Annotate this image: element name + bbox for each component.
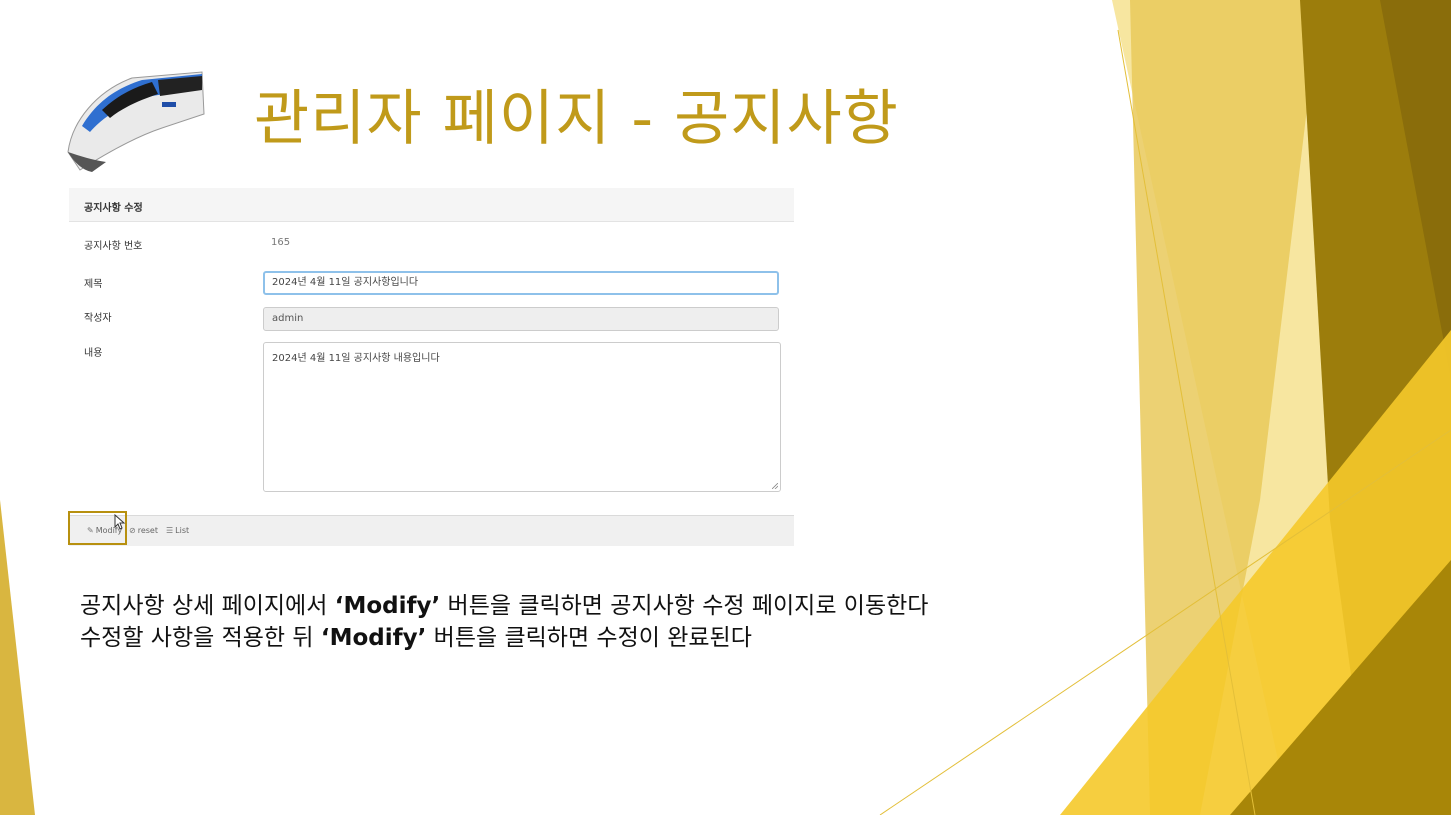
- description-line-2-bold: ‘Modify’: [320, 625, 427, 651]
- panel-title: 공지사항 수정: [84, 203, 143, 214]
- slide-title: 관리자 페이지 - 공지사항: [254, 84, 899, 154]
- title-label: 제목: [84, 279, 103, 290]
- description-line-2-post: 버튼을 클릭하면 수정이 완료된다: [426, 625, 752, 651]
- ktx-train-icon: [67, 71, 205, 172]
- content-text: 2024년 4월 11일 공지사항 내용입니다: [272, 353, 440, 364]
- panel-header: 공지사항 수정: [69, 188, 794, 222]
- list-icon: ☰: [166, 526, 174, 535]
- ban-icon: ⊘: [129, 526, 136, 535]
- description-line-2: 수정할 사항을 적용한 뒤 ‘Modify’ 버튼을 클릭하면 수정이 완료된다: [80, 622, 928, 654]
- description-line-1-pre: 공지사항 상세 페이지에서: [80, 593, 335, 619]
- notice-edit-panel: 공지사항 수정 공지사항 번호 165 제목 2024년 4월 11일 공지사항…: [69, 188, 794, 546]
- description-line-1-post: 버튼을 클릭하면 공지사항 수정 페이지로 이동한다: [440, 593, 929, 619]
- reset-button[interactable]: ⊘ reset: [129, 526, 158, 535]
- panel-footer: ✎ Modify ⊘ reset ☰ List: [69, 515, 794, 546]
- facet-left: [0, 500, 35, 815]
- notice-number-label: 공지사항 번호: [84, 241, 143, 252]
- reset-label: reset: [137, 526, 158, 535]
- content-textarea[interactable]: 2024년 4월 11일 공지사항 내용입니다: [263, 342, 781, 492]
- list-label: List: [175, 526, 190, 535]
- writer-input[interactable]: admin: [263, 307, 779, 331]
- title-input[interactable]: 2024년 4월 11일 공지사항입니다: [263, 271, 779, 295]
- description-text: 공지사항 상세 페이지에서 ‘Modify’ 버튼을 클릭하면 공지사항 수정 …: [80, 590, 928, 654]
- description-line-2-pre: 수정할 사항을 적용한 뒤: [80, 625, 321, 651]
- notice-number-value: 165: [271, 237, 291, 248]
- writer-label: 작성자: [84, 313, 112, 324]
- resize-grip-icon[interactable]: [772, 483, 778, 489]
- description-line-1: 공지사항 상세 페이지에서 ‘Modify’ 버튼을 클릭하면 공지사항 수정 …: [80, 590, 928, 622]
- description-line-1-bold: ‘Modify’: [334, 593, 441, 619]
- content-label: 내용: [84, 348, 103, 359]
- mouse-cursor-icon: [114, 514, 126, 530]
- list-button[interactable]: ☰ List: [166, 526, 189, 535]
